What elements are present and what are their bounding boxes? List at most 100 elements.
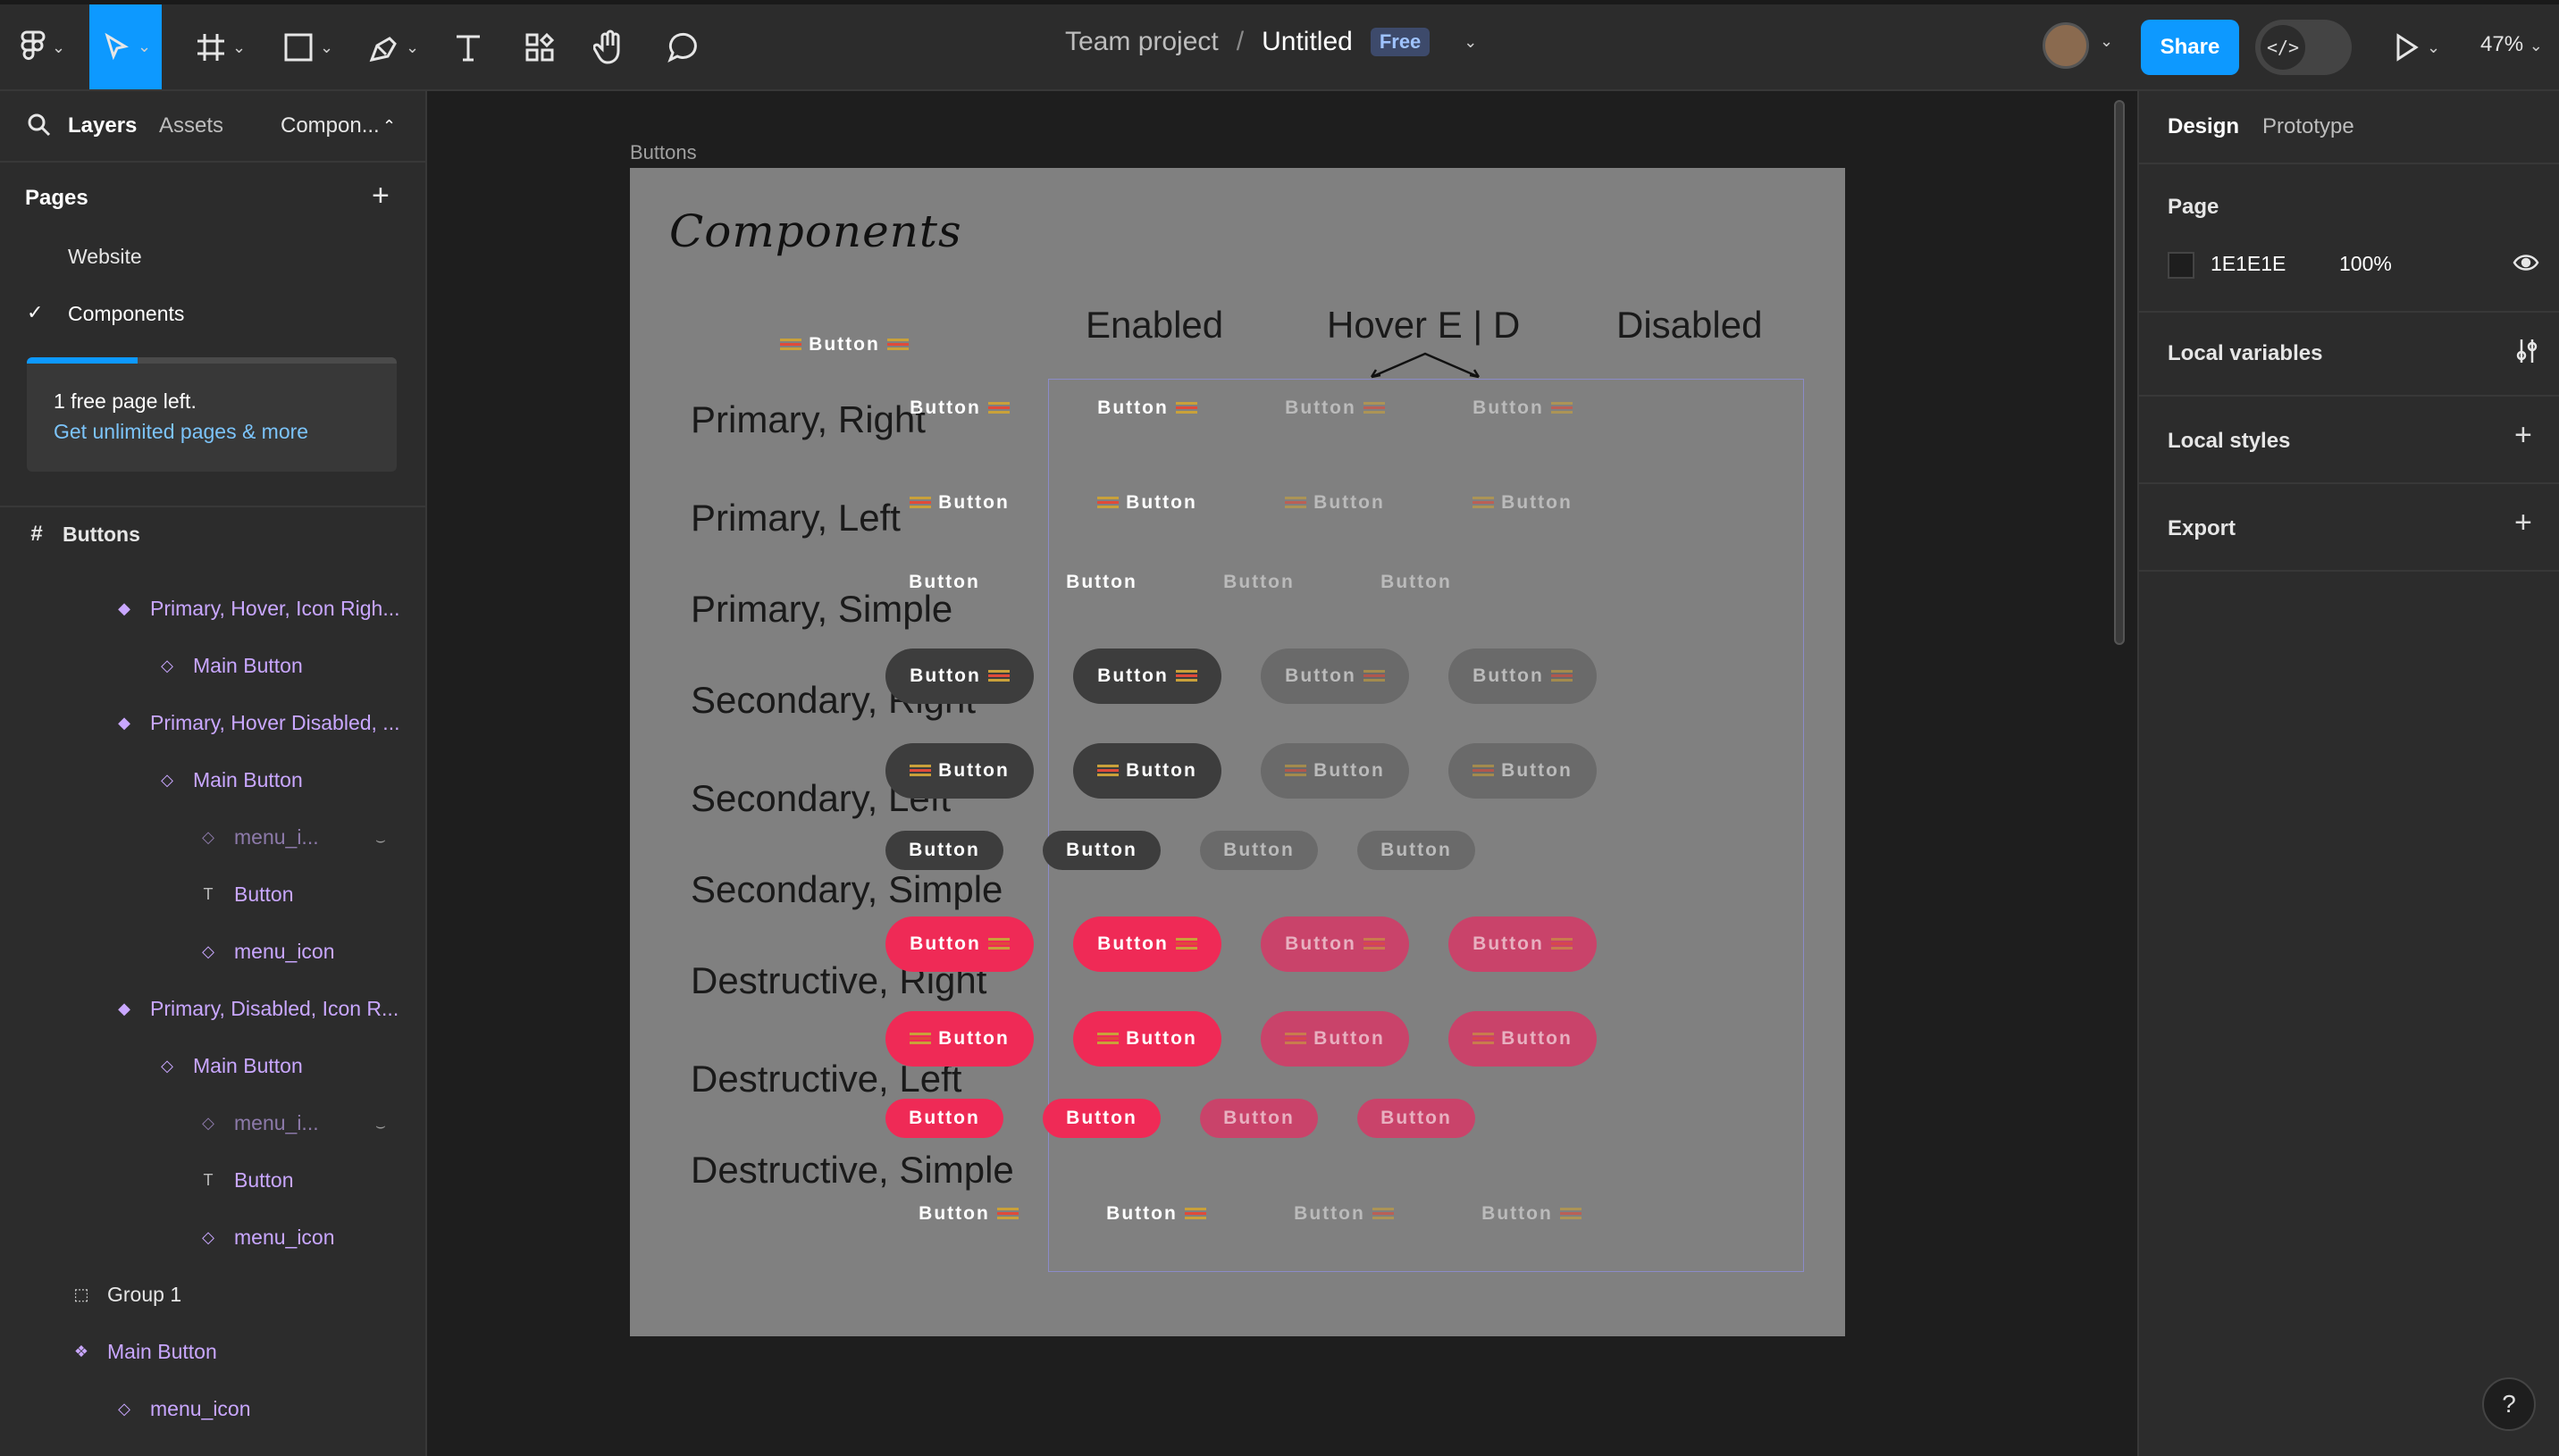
upgrade-link[interactable]: Get unlimited pages & more: [54, 420, 308, 444]
chevron-down-icon[interactable]: ⌄: [2100, 32, 2113, 51]
destructive-left-button[interactable]: Button: [885, 1011, 1034, 1067]
main-menu-button[interactable]: ⌄: [20, 25, 65, 70]
destructive-left-button[interactable]: Button: [1448, 1011, 1597, 1067]
chevron-up-icon[interactable]: ⌃: [382, 117, 396, 136]
hidden-eye-icon[interactable]: ⌣: [375, 831, 386, 849]
secondary-simple-button[interactable]: Button: [1357, 831, 1475, 870]
layer-item[interactable]: ◆ Primary, Hover, Icon Righ...: [114, 597, 399, 621]
destructive-left-button[interactable]: Button: [1073, 1011, 1221, 1067]
avatar[interactable]: [2043, 22, 2089, 69]
add-page-icon[interactable]: +: [372, 179, 390, 213]
tab-prototype[interactable]: Prototype: [2262, 114, 2354, 139]
layer-item[interactable]: ◇ Main Button: [157, 1054, 303, 1078]
page-item-components[interactable]: Components: [68, 302, 184, 326]
secondary-left-button[interactable]: Button: [1448, 743, 1597, 799]
layer-item[interactable]: ◇ menu_i...: [198, 825, 319, 849]
file-name[interactable]: Untitled: [1262, 27, 1353, 57]
sample-button[interactable]: Button: [764, 327, 925, 363]
primary-simple-button[interactable]: Button: [885, 563, 1003, 602]
add-style-icon[interactable]: +: [2514, 418, 2532, 453]
page-opacity-value[interactable]: 100%: [2339, 252, 2392, 276]
secondary-right-button[interactable]: Button: [885, 649, 1034, 704]
primary-left-button[interactable]: Button: [1073, 475, 1221, 531]
secondary-left-button[interactable]: Button: [1073, 743, 1221, 799]
primary-right-button[interactable]: Button: [1457, 1186, 1606, 1242]
comment-tool-button[interactable]: [665, 25, 699, 70]
frame-label[interactable]: Buttons: [630, 141, 697, 164]
local-variables-header[interactable]: Local variables: [2168, 341, 2322, 366]
layer-item[interactable]: T Button: [198, 1168, 294, 1192]
primary-right-button[interactable]: Button: [1082, 1186, 1230, 1242]
pen-tool-button[interactable]: ⌄: [368, 25, 419, 70]
layer-item[interactable]: ◇ Main Button: [157, 768, 303, 792]
layer-item[interactable]: ◇ menu_icon: [198, 940, 334, 964]
primary-right-button[interactable]: Button: [885, 381, 1034, 436]
sliders-icon[interactable]: [2514, 338, 2539, 364]
chevron-down-icon[interactable]: ⌄: [1464, 33, 1477, 52]
help-button[interactable]: ?: [2482, 1377, 2536, 1431]
file-title[interactable]: Team project / Untitled Free ⌄: [1065, 27, 1477, 57]
hand-tool-button[interactable]: [593, 25, 625, 70]
hidden-eye-icon[interactable]: ⌣: [375, 1117, 386, 1135]
primary-right-button[interactable]: Button: [1270, 1186, 1418, 1242]
zoom-dropdown[interactable]: 47% ⌄: [2480, 32, 2543, 57]
layer-item[interactable]: ◆ Primary, Hover Disabled, ...: [114, 711, 399, 735]
text-tool-button[interactable]: [452, 25, 484, 70]
secondary-right-button[interactable]: Button: [1448, 649, 1597, 704]
tab-assets[interactable]: Assets: [159, 113, 223, 138]
page-item-website[interactable]: Website: [68, 245, 142, 269]
primary-right-button[interactable]: Button: [894, 1186, 1043, 1242]
destructive-right-button[interactable]: Button: [1448, 916, 1597, 972]
primary-simple-button[interactable]: Button: [1043, 563, 1161, 602]
destructive-simple-button[interactable]: Button: [885, 1099, 1003, 1138]
local-styles-header[interactable]: Local styles: [2168, 429, 2290, 454]
frame-tool-button[interactable]: ⌄: [195, 25, 246, 70]
secondary-right-button[interactable]: Button: [1073, 649, 1221, 704]
vertical-scrollbar[interactable]: [2114, 100, 2125, 645]
resources-tool-button[interactable]: [524, 25, 556, 70]
layer-item[interactable]: ◇ menu_icon: [114, 1397, 250, 1421]
layer-item[interactable]: ◇ menu_i...: [198, 1111, 319, 1135]
layer-item[interactable]: ❖ Main Button: [71, 1340, 217, 1364]
destructive-right-button[interactable]: Button: [885, 916, 1034, 972]
destructive-right-button[interactable]: Button: [1261, 916, 1409, 972]
destructive-right-button[interactable]: Button: [1073, 916, 1221, 972]
layer-item[interactable]: ◇ menu_icon: [198, 1226, 334, 1250]
primary-simple-button[interactable]: Button: [1200, 563, 1318, 602]
layer-item[interactable]: T Button: [198, 883, 294, 907]
primary-left-button[interactable]: Button: [885, 475, 1034, 531]
primary-right-button[interactable]: Button: [1261, 381, 1409, 436]
dev-mode-toggle[interactable]: </>: [2255, 20, 2352, 75]
tab-layers[interactable]: Layers: [68, 113, 137, 138]
primary-right-button[interactable]: Button: [1073, 381, 1221, 436]
destructive-left-button[interactable]: Button: [1261, 1011, 1409, 1067]
secondary-simple-button[interactable]: Button: [1043, 831, 1161, 870]
move-tool-button[interactable]: ⌄: [89, 4, 163, 89]
primary-simple-button[interactable]: Button: [1357, 563, 1475, 602]
tab-design[interactable]: Design: [2168, 114, 2239, 139]
present-button[interactable]: ⌄: [2391, 25, 2440, 70]
layer-item[interactable]: ◇ Main Button: [157, 654, 303, 678]
primary-right-button[interactable]: Button: [1448, 381, 1597, 436]
export-header[interactable]: Export: [2168, 516, 2236, 541]
page-color-value[interactable]: 1E1E1E: [2211, 252, 2286, 276]
secondary-simple-button[interactable]: Button: [885, 831, 1003, 870]
secondary-left-button[interactable]: Button: [1261, 743, 1409, 799]
secondary-left-button[interactable]: Button: [885, 743, 1034, 799]
eye-icon[interactable]: [2513, 252, 2539, 273]
buttons-frame[interactable]: Components Button Enabled Hover E | D Di…: [630, 168, 1845, 1336]
secondary-simple-button[interactable]: Button: [1200, 831, 1318, 870]
destructive-simple-button[interactable]: Button: [1357, 1099, 1475, 1138]
layer-item[interactable]: ◆ Primary, Disabled, Icon R...: [114, 997, 399, 1021]
project-name[interactable]: Team project: [1065, 27, 1219, 57]
primary-left-button[interactable]: Button: [1261, 475, 1409, 531]
add-export-icon[interactable]: +: [2514, 506, 2532, 540]
search-icon[interactable]: [27, 113, 52, 138]
layer-item[interactable]: ⬚ Group 1: [71, 1283, 181, 1307]
primary-left-button[interactable]: Button: [1448, 475, 1597, 531]
layer-frame-buttons[interactable]: # Buttons: [27, 522, 140, 547]
destructive-simple-button[interactable]: Button: [1043, 1099, 1161, 1138]
tab-components[interactable]: Compon...: [281, 113, 380, 138]
page-color-swatch[interactable]: [2168, 252, 2194, 279]
destructive-simple-button[interactable]: Button: [1200, 1099, 1318, 1138]
